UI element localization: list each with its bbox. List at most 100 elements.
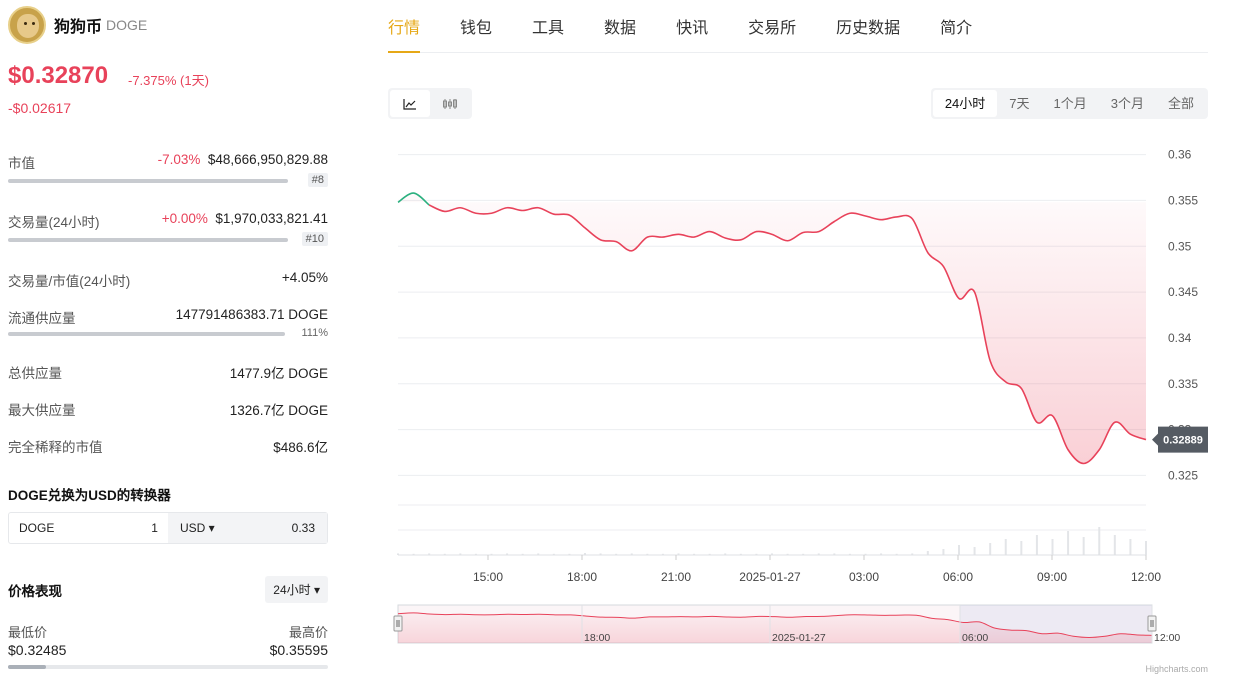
line-chart-icon <box>403 98 416 110</box>
x-tick-label: 06:00 <box>943 570 973 584</box>
y-tick-label: 0.345 <box>1168 285 1198 299</box>
volume-bar <box>1067 531 1070 555</box>
price-range-track <box>8 665 328 669</box>
main-tabs: 行情 钱包 工具 数据 快讯 交易所 历史数据 简介 <box>388 18 1208 53</box>
period-4[interactable]: 全部 <box>1156 90 1206 117</box>
x-tick-label: 15:00 <box>473 570 503 584</box>
market-cap-value: $48,666,950,829.88 <box>207 152 328 167</box>
market-cap-row: 市值 -7.03% $48,666,950,829.88 #8 <box>8 152 328 188</box>
circulating-value: 147791486383.71 DOGE <box>175 307 328 322</box>
vol-mcap-row: 交易量/市值(24小时) +4.05% <box>8 270 328 290</box>
converter-to-input[interactable]: USD ▾ 0.33 <box>167 513 327 543</box>
volume-bar <box>1051 539 1054 555</box>
volume-value: $1,970,033,821.41 <box>215 211 328 226</box>
candlestick-icon <box>443 98 457 109</box>
converter-to-amount: 0.33 <box>291 521 315 535</box>
y-tick-label: 0.34 <box>1168 331 1192 345</box>
x-tick-label: 18:00 <box>567 570 597 584</box>
max-supply-row: 最大供应量 1326.7亿 DOGE <box>8 399 328 419</box>
price-range-fill <box>8 665 47 669</box>
converter-title: DOGE兑换为USD的转换器 <box>8 488 171 503</box>
vol-mcap-value: +4.05% <box>281 270 328 285</box>
fdv-row: 完全稀释的市值 $486.6亿 <box>8 436 328 456</box>
converter-currency-select[interactable]: USD ▾ <box>180 521 215 535</box>
total-supply-label: 总供应量 <box>8 366 62 381</box>
period-3[interactable]: 3个月 <box>1099 90 1156 117</box>
line-chart-button[interactable] <box>390 90 430 117</box>
circulating-row: 流通供应量 147791486383.71 DOGE 111% <box>8 307 328 343</box>
tab-7[interactable]: 简介 <box>940 18 972 53</box>
period-2[interactable]: 1个月 <box>1042 90 1099 117</box>
chart-panel: 行情 钱包 工具 数据 快讯 交易所 历史数据 简介 24小时 7天 1个月 3个月 全部 0.36 0… <box>388 0 1208 678</box>
tab-5[interactable]: 交易所 <box>748 18 796 53</box>
volume-bar <box>1020 541 1023 555</box>
current-price: $0.32870 <box>8 62 109 89</box>
coin-name: 狗狗币 <box>54 19 103 36</box>
volume-bar <box>1035 535 1038 555</box>
navigator-label: 06:00 <box>962 632 988 644</box>
y-tick-label: 0.35 <box>1168 239 1192 253</box>
market-cap-change: -7.03% <box>157 152 201 167</box>
x-tick-label: 21:00 <box>661 570 691 584</box>
performance-period-select[interactable]: 24小时 ▾ <box>265 576 328 603</box>
market-cap-label: 市值 <box>8 156 35 171</box>
navigator-handle-left[interactable] <box>393 615 403 632</box>
market-cap-rank-badge: #8 <box>307 173 328 187</box>
tab-2[interactable]: 工具 <box>532 18 564 53</box>
tab-0[interactable]: 行情 <box>388 18 421 53</box>
volume-label: 交易量(24小时) <box>8 215 100 230</box>
volume-bar <box>942 549 945 555</box>
period-0[interactable]: 24小时 <box>932 90 998 117</box>
volume-bar <box>1082 537 1085 555</box>
period-selector: 24小时 7天 1个月 3个月 全部 <box>930 88 1208 119</box>
converter-box: DOGE 1 USD ▾ 0.33 <box>8 512 328 544</box>
x-tick-label: 2025-01-27 <box>739 570 801 584</box>
max-supply-value: 1326.7亿 DOGE <box>229 403 328 418</box>
max-supply-label: 最大供应量 <box>8 403 76 418</box>
tab-1[interactable]: 钱包 <box>460 18 492 53</box>
x-tick-label: 12:00 <box>1131 570 1161 584</box>
circulating-label: 流通供应量 <box>8 311 76 326</box>
coin-info-panel: 狗狗币 DOGE $0.32870 -7.375% (1天) -$0.02617… <box>0 0 340 678</box>
volume-bar <box>989 543 992 555</box>
tab-4[interactable]: 快讯 <box>676 18 708 53</box>
volume-bar <box>1145 541 1147 555</box>
volume-bar <box>8 238 288 242</box>
volume-rank-badge: #10 <box>301 232 328 246</box>
x-tick-label: 03:00 <box>849 570 879 584</box>
volume-bar <box>973 547 976 555</box>
converter-from-symbol: DOGE <box>19 521 55 535</box>
price-chart[interactable]: 0.360.3550.350.3450.340.3350.330.32515:0… <box>388 150 1208 650</box>
low-price-value: $0.32485 <box>8 642 67 658</box>
volume-bar <box>1113 535 1116 555</box>
candlestick-button[interactable] <box>430 90 470 117</box>
tab-3[interactable]: 数据 <box>604 18 636 53</box>
vol-mcap-label: 交易量/市值(24小时) <box>8 274 131 289</box>
volume-bar <box>958 545 960 555</box>
tab-6[interactable]: 历史数据 <box>836 18 900 53</box>
low-price-label: 最低价 <box>8 625 48 640</box>
current-price-label: 0.32889 <box>1163 435 1203 447</box>
y-tick-label: 0.335 <box>1168 377 1198 391</box>
x-tick-label: 09:00 <box>1037 570 1067 584</box>
y-tick-label: 0.36 <box>1168 150 1192 162</box>
navigator-label: 18:00 <box>584 632 610 644</box>
high-price-value: $0.35595 <box>269 642 328 658</box>
watermark: Highcharts.com <box>1145 664 1208 674</box>
volume-row: 交易量(24小时) +0.00% $1,970,033,821.41 #10 <box>8 211 328 247</box>
total-supply-row: 总供应量 1477.9亿 DOGE <box>8 362 328 382</box>
period-1[interactable]: 7天 <box>997 90 1041 117</box>
performance-title: 价格表现 <box>8 584 62 599</box>
volume-bar <box>926 551 929 555</box>
coin-symbol: DOGE <box>106 17 148 33</box>
navigator-label: 12:00 <box>1154 632 1180 644</box>
volume-bar <box>1004 539 1007 555</box>
market-cap-bar <box>8 179 288 183</box>
converter-from-input[interactable]: DOGE 1 <box>9 513 168 543</box>
volume-bar <box>1129 539 1132 555</box>
y-tick-label: 0.325 <box>1168 468 1198 482</box>
volume-change: +0.00% <box>161 211 208 226</box>
circulating-bar <box>8 332 285 336</box>
total-supply-value: 1477.9亿 DOGE <box>229 366 328 381</box>
navigator-handle-right[interactable] <box>1147 615 1157 632</box>
